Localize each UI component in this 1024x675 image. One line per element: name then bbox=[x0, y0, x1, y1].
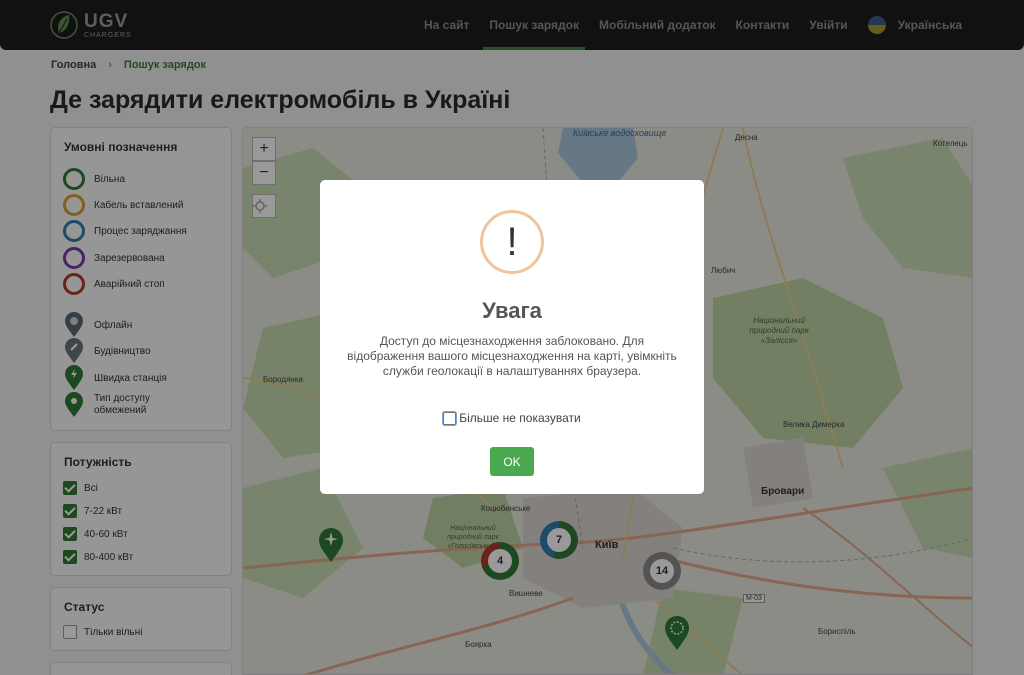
geolocation-warning-dialog: ! Увага Доступ до місцезнаходження забло… bbox=[320, 180, 704, 494]
dialog-message: Доступ до місцезнаходження заблоковано. … bbox=[347, 334, 677, 378]
dont-show-label: Більше не показувати bbox=[459, 411, 581, 425]
dont-show-checkbox[interactable] bbox=[443, 411, 457, 425]
dialog-title: Увага bbox=[482, 298, 542, 323]
dont-show-again-option[interactable]: Більше не показувати bbox=[320, 411, 704, 425]
ok-button[interactable]: OK bbox=[490, 447, 534, 476]
warning-icon: ! bbox=[480, 210, 544, 274]
